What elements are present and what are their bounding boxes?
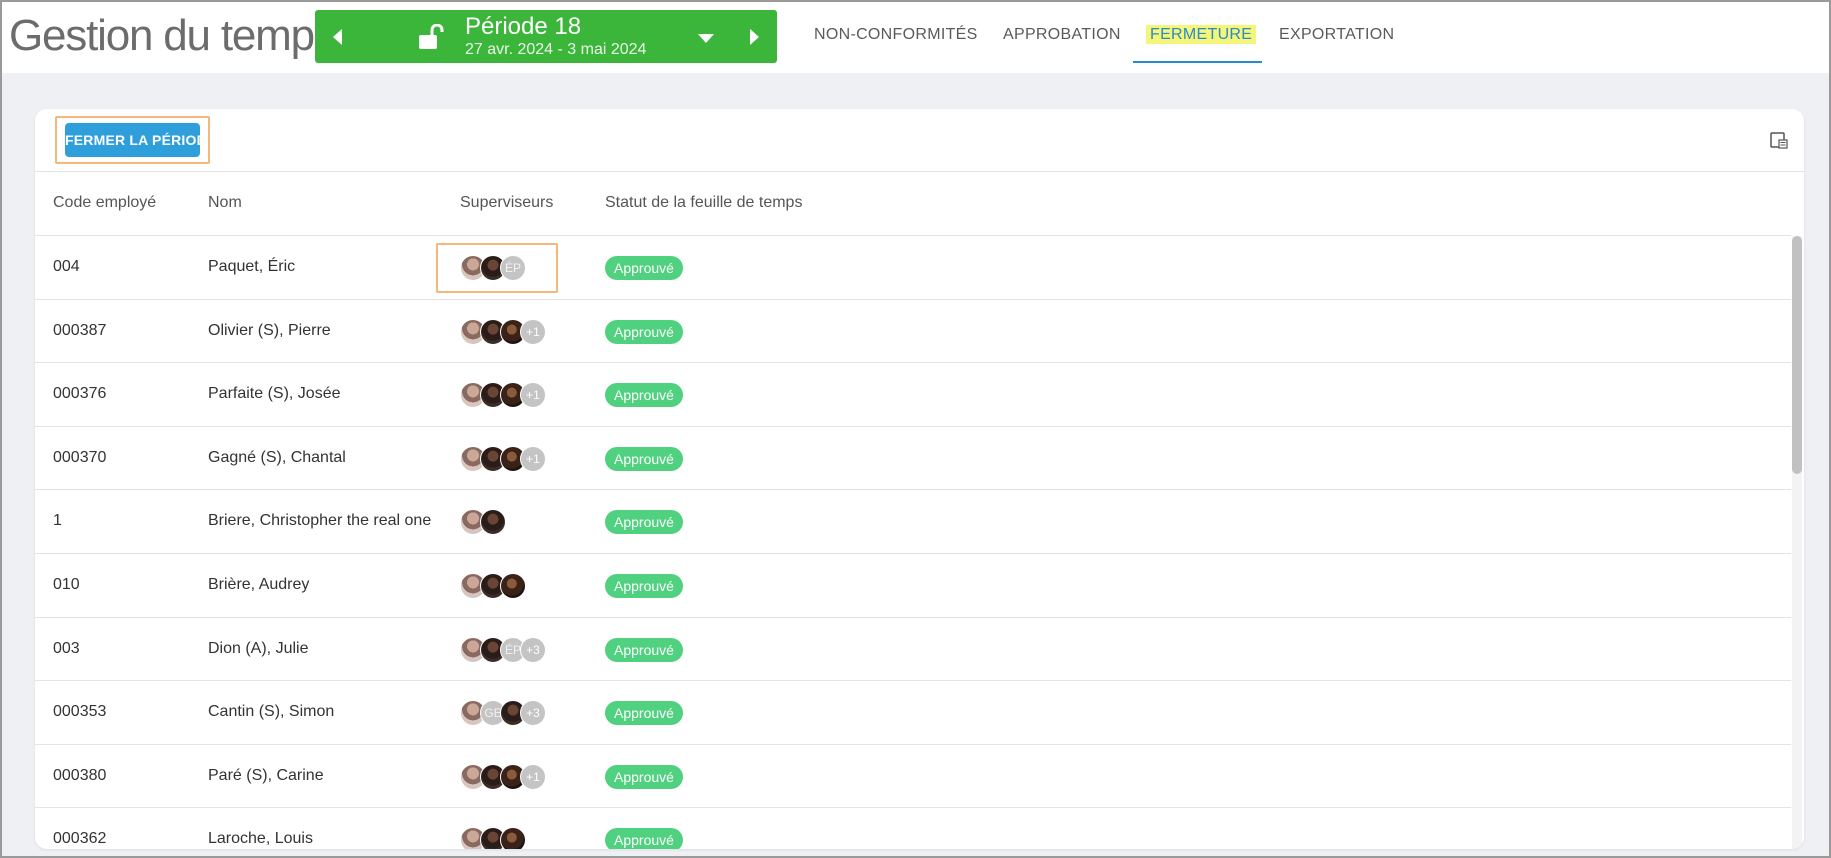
employee-code: 1: [53, 512, 62, 530]
supervisor-avatars[interactable]: GE +3: [460, 700, 580, 727]
employee-code: 000370: [53, 448, 107, 466]
table-row[interactable]: 000387 Olivier (S), Pierre +1 Approuvé: [35, 300, 1791, 364]
chevron-down-icon[interactable]: [698, 34, 714, 43]
status-badge: Approuvé: [605, 383, 683, 408]
table-row[interactable]: 000380 Paré (S), Carine +1 Approuvé: [35, 745, 1791, 809]
header-employee-code[interactable]: Code employé: [53, 194, 156, 212]
table-row[interactable]: 004 Paquet, Éric ÉP Approuvé: [35, 236, 1791, 300]
table-header: Code employé Nom Superviseurs Statut de …: [35, 172, 1791, 236]
employee-name: Olivier (S), Pierre: [208, 321, 331, 339]
status-badge: Approuvé: [605, 319, 683, 344]
employee-code: 000362: [53, 830, 107, 848]
status-badge: Approuvé: [605, 764, 683, 789]
employee-name: Paquet, Éric: [208, 258, 296, 275]
employee-code: 000376: [53, 385, 107, 403]
supervisor-avatar[interactable]: [500, 827, 526, 849]
employee-code: 003: [53, 639, 80, 657]
tab-fermeture[interactable]: FERMETURE: [1146, 25, 1257, 44]
employee-name: Brière, Audrey: [208, 575, 310, 593]
table-row[interactable]: 010 Brière, Audrey Approuvé: [35, 554, 1791, 618]
tab-fermeture-label: FERMETURE: [1146, 25, 1257, 44]
supervisor-avatars[interactable]: +1: [460, 318, 580, 345]
header-supervisors[interactable]: Superviseurs: [460, 194, 553, 212]
app-title: Gestion du temps: [9, 11, 336, 60]
close-period-button[interactable]: FERMER LA PÉRIODE: [65, 123, 216, 157]
tab-approbation[interactable]: APPROBATION: [1003, 26, 1121, 44]
status-badge: Approuvé: [605, 701, 683, 726]
card-toolbar: FERMER LA PÉRIODE: [35, 109, 1804, 172]
table-row[interactable]: 000362 Laroche, Louis Approuvé: [35, 808, 1791, 849]
header-name[interactable]: Nom: [208, 194, 242, 212]
employee-name: Paré (S), Carine: [208, 766, 324, 784]
status-badge: Approuvé: [605, 828, 683, 849]
supervisor-initials-avatar[interactable]: ÉP: [500, 255, 526, 281]
active-tab-indicator: [1133, 61, 1262, 63]
supervisor-avatar[interactable]: [500, 572, 526, 599]
supervisor-avatar[interactable]: [480, 509, 506, 536]
employee-name: Dion (A), Julie: [208, 639, 309, 657]
employees-table: Code employé Nom Superviseurs Statut de …: [35, 172, 1791, 849]
status-badge: Approuvé: [605, 256, 683, 280]
supervisor-avatars[interactable]: ÉP: [460, 255, 580, 281]
scrollbar-thumb[interactable]: [1792, 236, 1802, 474]
supervisor-avatars[interactable]: [460, 509, 580, 536]
table-row[interactable]: 000376 Parfaite (S), Josée +1 Approuvé: [35, 363, 1791, 427]
employee-code: 000353: [53, 703, 107, 721]
period-dates: 27 avr. 2024 - 3 mai 2024: [465, 41, 647, 58]
employee-name: Briere, Christopher the real one: [208, 512, 432, 530]
table-row[interactable]: 003 Dion (A), Julie ÉP +3 Approuvé: [35, 618, 1791, 682]
more-supervisors-badge[interactable]: +3: [520, 636, 546, 663]
supervisor-avatars[interactable]: [460, 572, 580, 599]
tab-non-conformites[interactable]: NON-CONFORMITÉS: [814, 26, 978, 44]
table-row[interactable]: 000353 Cantin (S), Simon GE +3 Approuvé: [35, 681, 1791, 745]
employee-name: Laroche, Louis: [208, 830, 313, 848]
next-period-icon[interactable]: [750, 29, 759, 45]
status-badge: Approuvé: [605, 446, 683, 471]
status-badge: Approuvé: [605, 573, 683, 598]
tab-exportation[interactable]: EXPORTATION: [1279, 26, 1394, 44]
supervisor-avatars[interactable]: +1: [460, 763, 580, 790]
column-settings-icon[interactable]: [1770, 132, 1788, 149]
employee-code: 000380: [53, 766, 107, 784]
employee-name: Gagné (S), Chantal: [208, 448, 346, 466]
supervisor-avatars[interactable]: +1: [460, 445, 580, 472]
table-row[interactable]: 1 Briere, Christopher the real one Approuv…: [35, 490, 1791, 554]
period-name: Période 18: [465, 13, 582, 40]
period-selector[interactable]: Période 18 27 avr. 2024 - 3 mai 2024: [315, 10, 777, 63]
unlock-icon: [419, 24, 444, 49]
supervisor-avatars[interactable]: +1: [460, 382, 580, 409]
more-supervisors-badge[interactable]: +1: [520, 445, 546, 472]
status-badge: Approuvé: [605, 637, 683, 662]
employee-name: Cantin (S), Simon: [208, 703, 335, 721]
previous-period-icon[interactable]: [333, 29, 342, 45]
employee-name: Parfaite (S), Josée: [208, 385, 341, 403]
more-supervisors-badge[interactable]: +3: [520, 700, 546, 727]
more-supervisors-badge[interactable]: +1: [520, 318, 546, 345]
status-badge: Approuvé: [605, 510, 683, 535]
employee-code: 004: [53, 258, 80, 275]
supervisor-avatars[interactable]: ÉP +3: [460, 636, 580, 663]
table-body: 004 Paquet, Éric ÉP Approuvé 000387 Olivier (…: [35, 236, 1791, 849]
employee-code: 010: [53, 575, 80, 593]
header-timesheet-status[interactable]: Statut de la feuille de temps: [605, 194, 802, 212]
more-supervisors-badge[interactable]: +1: [520, 763, 546, 790]
top-bar: Gestion du temps Période 18 27 avr. 2024…: [2, 2, 1829, 73]
more-supervisors-badge[interactable]: +1: [520, 382, 546, 409]
table-row[interactable]: 000370 Gagné (S), Chantal +1 Approuvé: [35, 427, 1791, 491]
employee-code: 000387: [53, 321, 107, 339]
supervisor-avatars[interactable]: [460, 827, 580, 849]
closing-card: FERMER LA PÉRIODE Code employé Nom Super…: [35, 109, 1804, 849]
